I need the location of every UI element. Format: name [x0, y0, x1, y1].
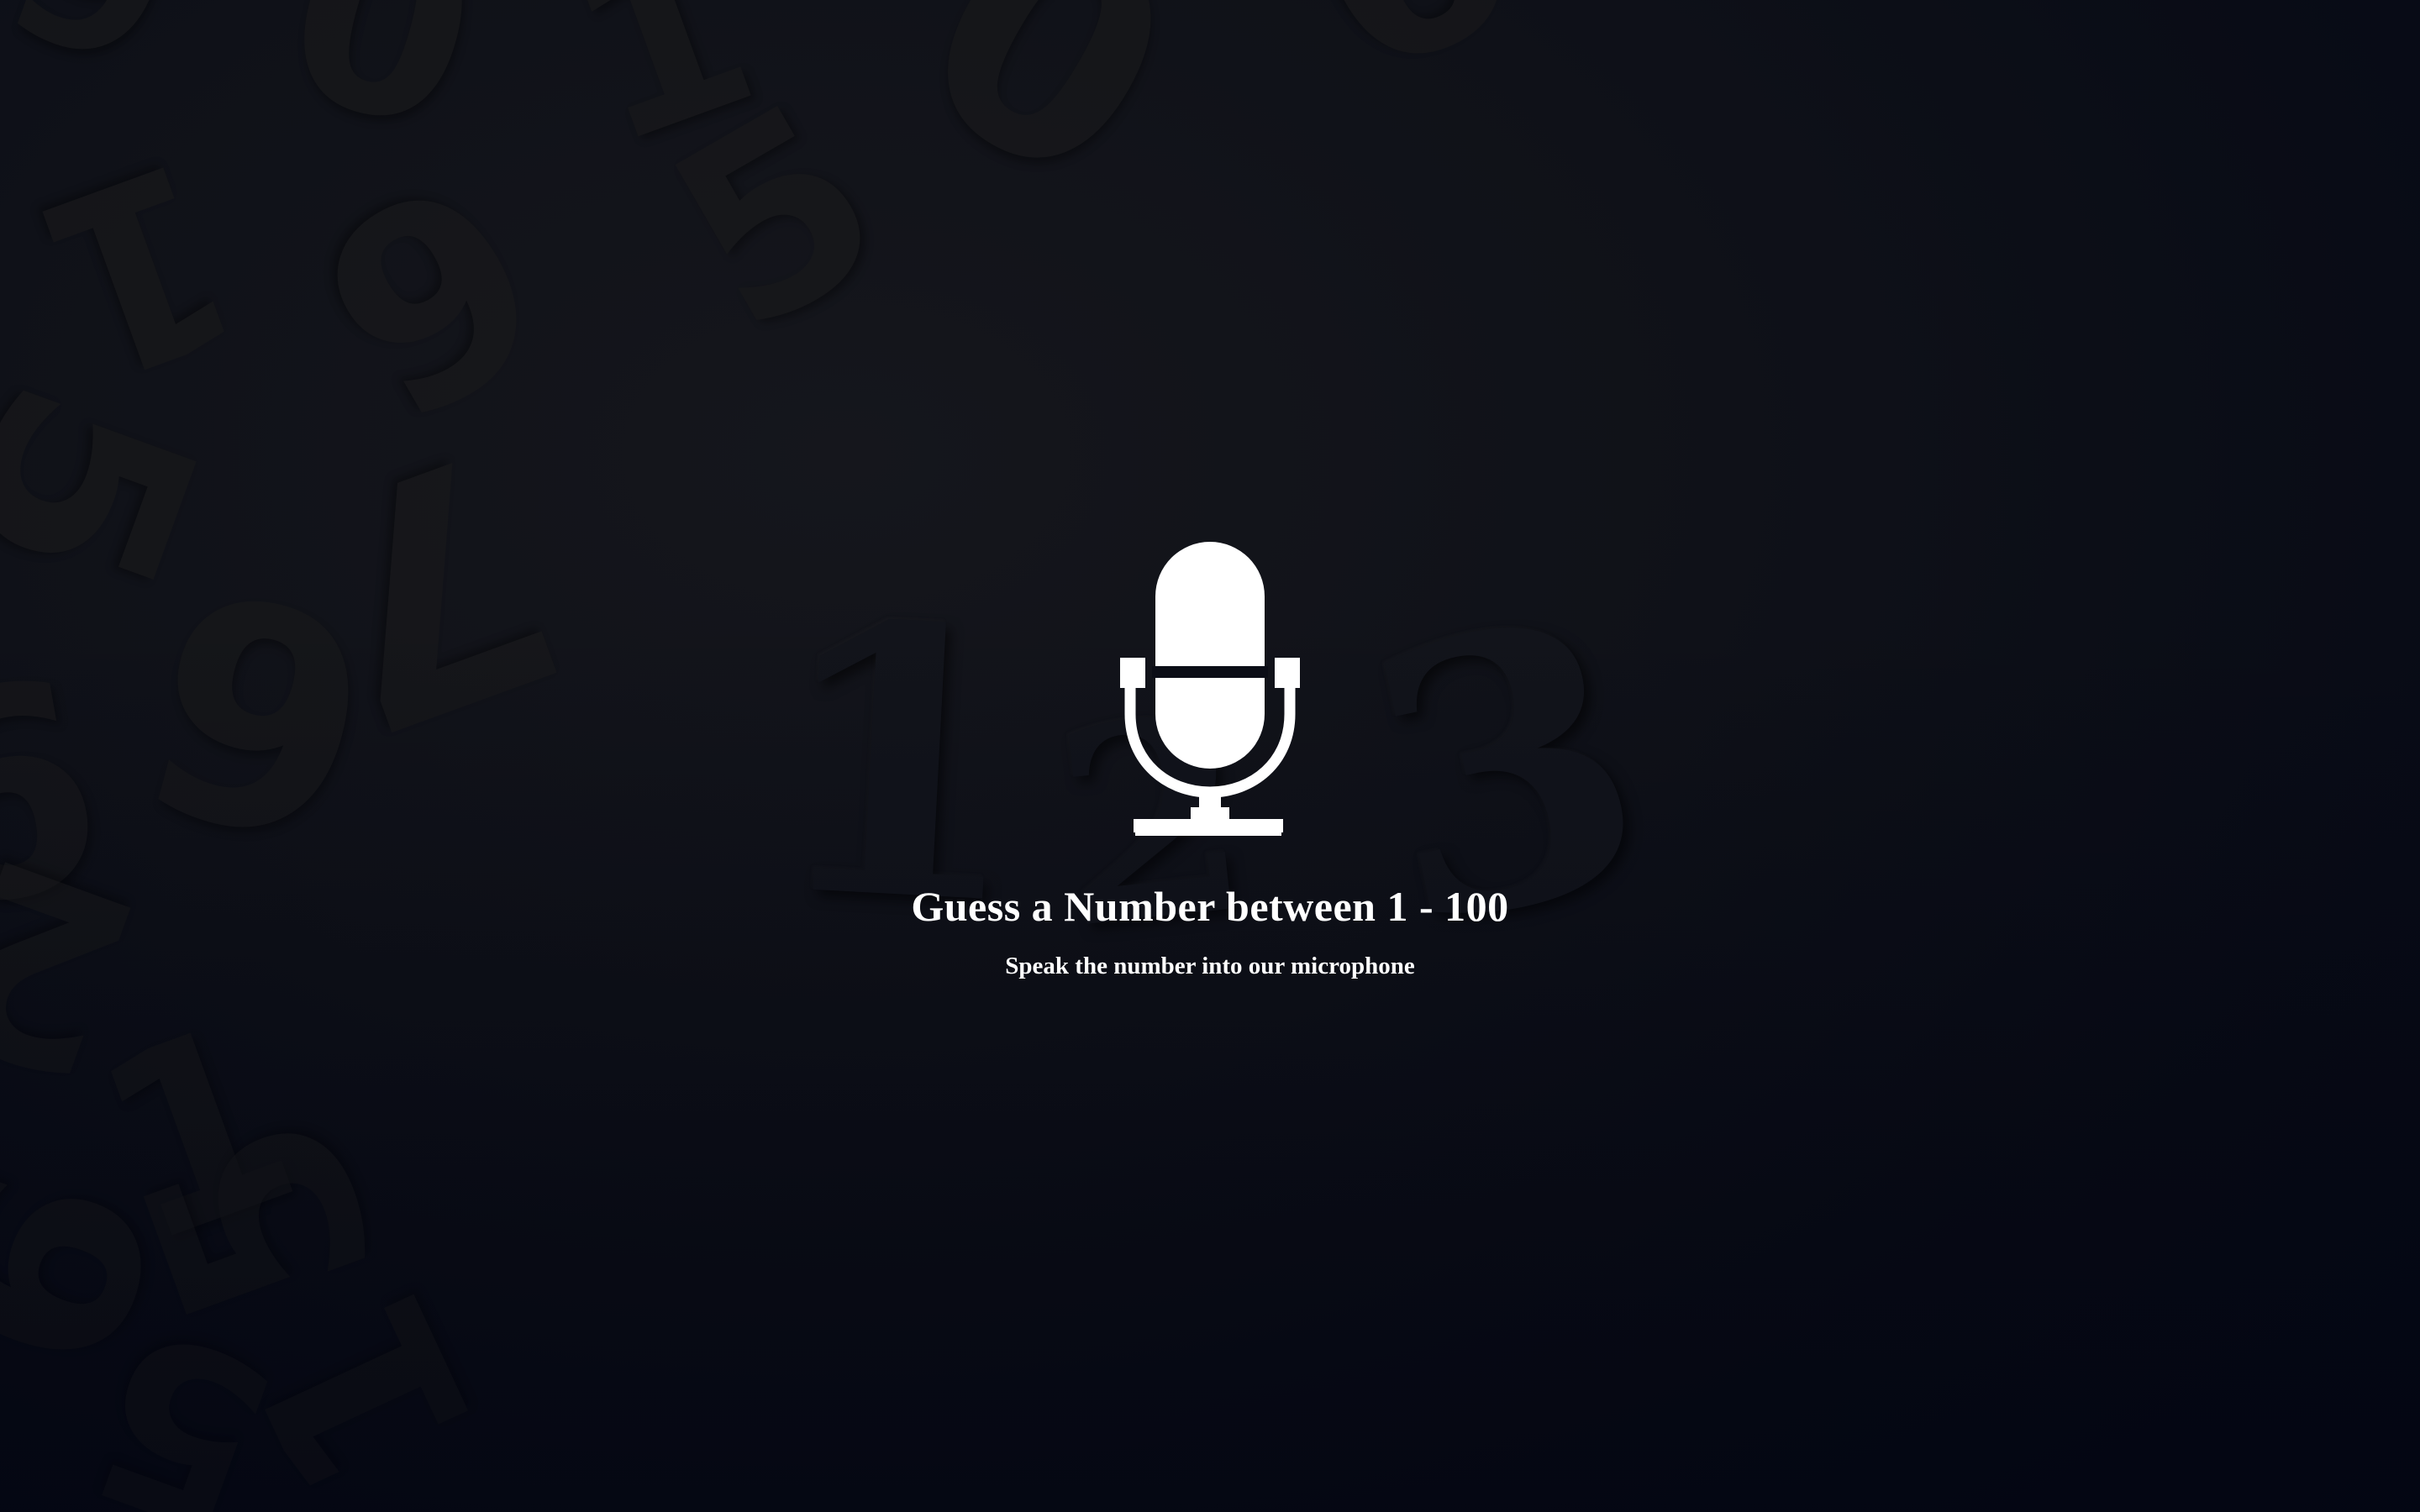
bg-digit: 9 [0, 0, 208, 120]
bg-digit: 1 [5, 101, 271, 438]
microphone-icon [1120, 542, 1300, 836]
game-prompt: Guess a Number between 1 - 100 Speak the… [0, 542, 2420, 980]
microphone-button[interactable] [1120, 542, 1300, 844]
page-title: Guess a Number between 1 - 100 [911, 883, 1509, 930]
bg-digit: 5 [627, 47, 926, 389]
page-subtitle: Speak the number into our microphone [1005, 953, 1415, 979]
bg-digit: 0 [867, 0, 1226, 255]
bg-digit: 9 [1254, 0, 1555, 131]
